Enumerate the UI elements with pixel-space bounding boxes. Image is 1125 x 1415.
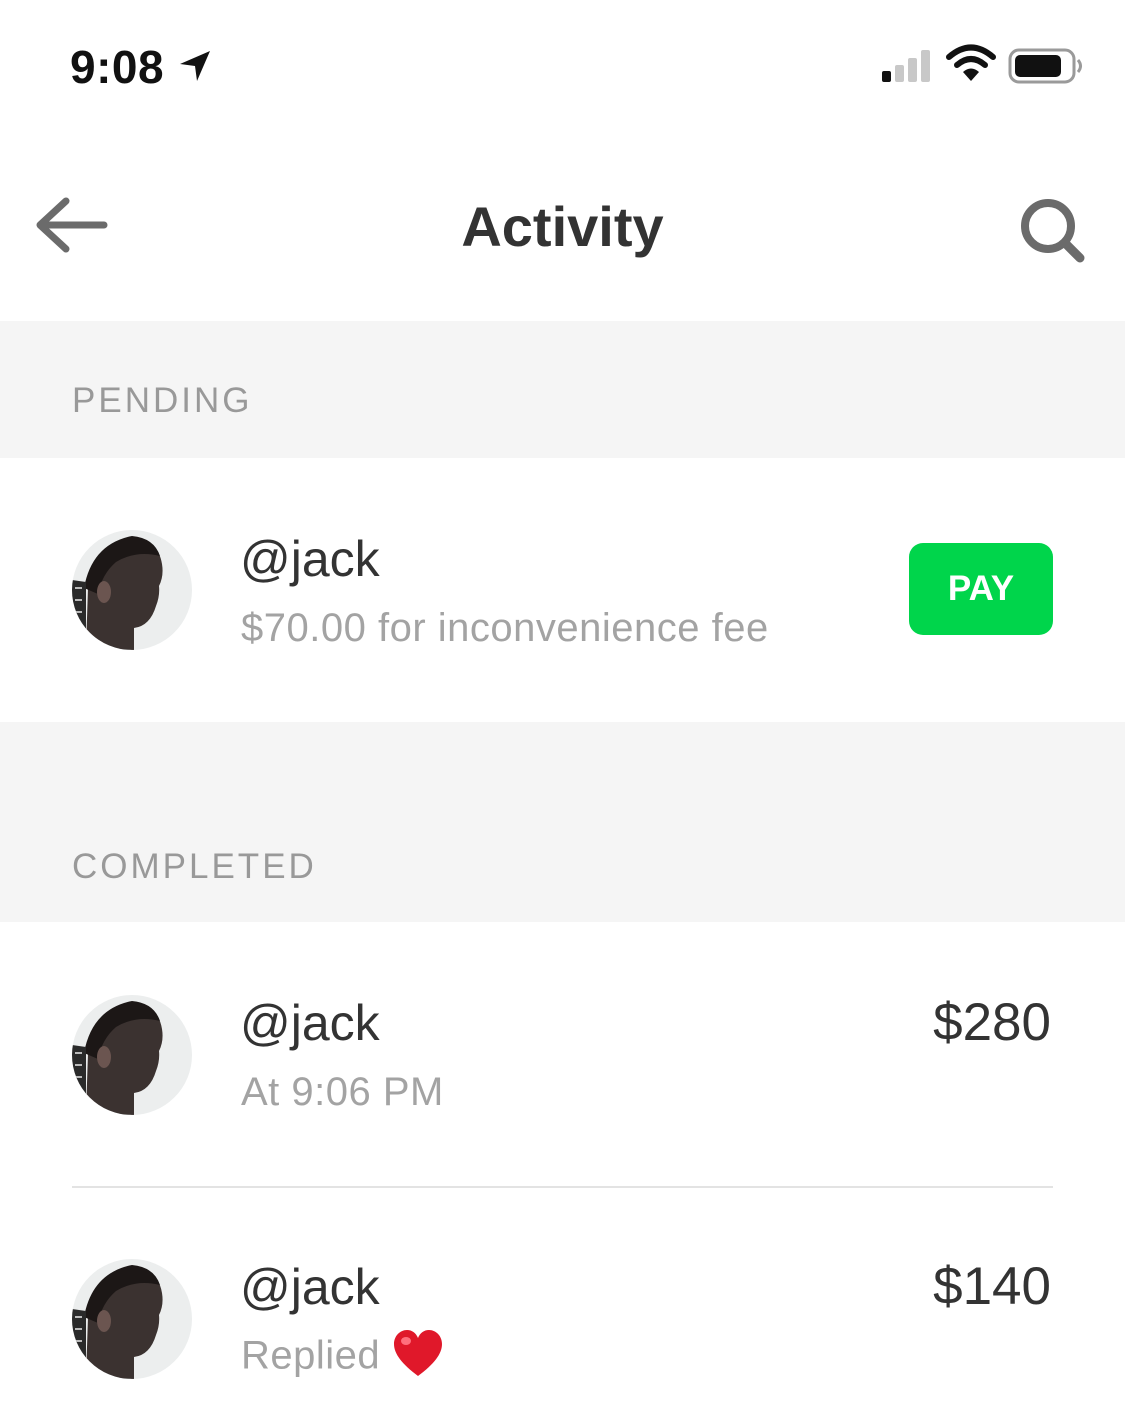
row-name: @jack [240,1259,380,1315]
heart-icon [394,1330,443,1376]
search-icon [1021,199,1085,263]
cellular-signal-icon [882,50,930,82]
profile-photo [72,530,192,650]
search-button[interactable] [1012,190,1096,274]
section-header-completed: COMPLETED [0,722,1125,922]
status-time: 9:08 [70,41,165,93]
profile-photo [72,1259,192,1379]
row-name: @jack [240,531,380,587]
section-label-completed: COMPLETED [72,847,317,886]
section-label-pending: PENDING [72,381,253,420]
pay-button[interactable]: PAY [909,543,1053,635]
wifi-icon [946,44,996,81]
row-subtitle: $70.00 for inconvenience fee [241,606,769,650]
completed-transaction-row[interactable]: @jack At 9:06 PM $280 [0,922,1125,1187]
battery-icon [1008,48,1082,84]
transaction-amount: $280 [933,993,1051,1052]
avatar [72,530,192,650]
page-title: Activity [461,195,664,258]
transaction-amount: $140 [933,1257,1051,1316]
avatar [72,1259,192,1379]
section-header-pending: PENDING [0,321,1125,458]
avatar [72,995,192,1115]
row-name: @jack [240,995,380,1051]
completed-transaction-row[interactable]: @jack Replied $140 [0,1188,1125,1415]
nav-bar: Activity [0,160,1125,300]
row-subtitle-line: Replied [241,1330,444,1384]
row-subtitle: Replied [241,1333,381,1378]
row-subtitle: At 9:06 PM [241,1070,444,1114]
status-bar: 9:08 [0,0,1125,130]
profile-photo [72,995,192,1115]
location-arrow-icon [180,51,210,81]
